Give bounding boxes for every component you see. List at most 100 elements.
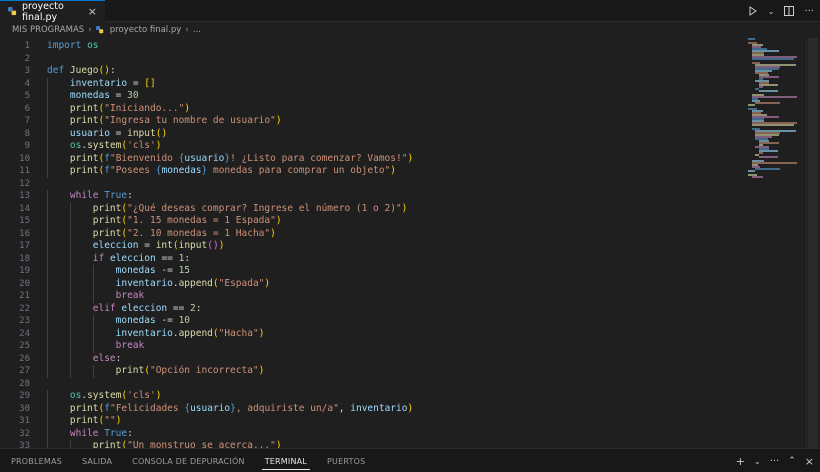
chevron-down-icon[interactable]: ⌄: [768, 7, 775, 16]
breadcrumb-file[interactable]: proyecto final.py: [110, 25, 182, 35]
code-line[interactable]: usuario = input(): [47, 127, 413, 140]
code-line[interactable]: inventario = []: [47, 77, 413, 90]
line-number: 13: [19, 191, 30, 201]
indent-guide: [69, 440, 71, 448]
code-line[interactable]: print("Un monstruo se acerca..."): [47, 440, 413, 448]
code-line[interactable]: [47, 53, 413, 66]
indent-guide: [47, 115, 48, 128]
tab-proyecto-final[interactable]: proyecto final.py ×: [0, 0, 105, 23]
code-line[interactable]: inventario.append("Hacha"): [47, 327, 413, 340]
indent-guide: [47, 90, 48, 103]
code-line[interactable]: break: [47, 340, 413, 353]
add-icon[interactable]: +: [736, 455, 745, 468]
indent-guide: [47, 190, 48, 203]
indent-guide: [47, 77, 48, 90]
code-line[interactable]: print(f"Felicidades {usuario}, adquirist…: [47, 402, 413, 415]
editor-tab-bar: proyecto final.py × ⌄ ···: [0, 0, 820, 23]
indent-guide: [47, 302, 48, 315]
minimap[interactable]: [748, 38, 806, 188]
minimap-line: [758, 86, 763, 88]
code-line[interactable]: print("¿Qué deseas comprar? Ingrese el n…: [47, 202, 413, 215]
indent-guide: [69, 315, 71, 328]
code-content[interactable]: import os def Juego(): inventario = [] mo…: [47, 40, 413, 448]
code-line[interactable]: print(f"Bienvenido {usuario}! ¿Listo par…: [47, 152, 413, 165]
editor-actions: ⌄ ···: [748, 0, 814, 22]
indent-guide: [47, 127, 48, 140]
code-line[interactable]: import os: [47, 40, 413, 53]
indent-guide: [47, 215, 48, 228]
line-number: 32: [19, 428, 30, 439]
code-line[interactable]: print("2. 10 monedas = 1 Hacha"): [47, 227, 413, 240]
line-number: 33: [19, 441, 30, 448]
code-line[interactable]: else:: [47, 352, 413, 365]
indent-guide: [47, 352, 48, 365]
code-text: print("Un monstruo se acerca..."): [92, 440, 282, 448]
code-line[interactable]: elif eleccion == 2:: [47, 302, 413, 315]
code-line[interactable]: monedas -= 15: [47, 265, 413, 278]
line-number: 21: [19, 291, 30, 301]
code-line[interactable]: [47, 378, 413, 391]
code-line[interactable]: monedas = 30: [47, 90, 413, 103]
close-icon[interactable]: ×: [88, 6, 97, 17]
code-text: else:: [92, 352, 122, 364]
code-line[interactable]: [47, 178, 413, 191]
line-number: 5: [24, 91, 30, 101]
line-number: 27: [19, 366, 30, 376]
code-line[interactable]: print("Opción incorrecta"): [47, 365, 413, 378]
line-number: 15: [19, 216, 30, 226]
code-line[interactable]: print(f"Posees {monedas} monedas para co…: [47, 165, 413, 178]
indent-guide: [47, 340, 48, 353]
breadcrumb-folder[interactable]: MIS PROGRAMAS: [12, 25, 84, 35]
indent-guide: [69, 215, 71, 228]
code-line[interactable]: print("1. 15 monedas = 1 Espada"): [47, 215, 413, 228]
minimap-line: [751, 58, 795, 60]
code-line[interactable]: print("Iniciando..."): [47, 102, 413, 115]
code-line[interactable]: while True:: [47, 190, 413, 203]
panel-tabs: PROBLEMAS SALIDA CONSOLA DE DEPURACIÓN TERM…: [8, 449, 368, 472]
panel-tab-problemas[interactable]: PROBLEMAS: [8, 449, 65, 472]
more-actions-icon[interactable]: ···: [770, 456, 780, 467]
minimap-line: [758, 156, 779, 158]
line-number: 23: [19, 316, 30, 326]
code-line[interactable]: print(""): [47, 415, 413, 428]
minimap-line: [751, 124, 795, 126]
code-editor[interactable]: 1 2 3 4 5 6 7 8 9 10 11 12 13 14 15 16 17 18 19 20 21 22 23 24 2…: [0, 38, 820, 448]
code-line[interactable]: def Juego():: [47, 65, 413, 78]
code-line[interactable]: break: [47, 290, 413, 303]
line-number: 28: [19, 378, 30, 389]
code-text: print("¿Qué deseas comprar? Ingrese el n…: [92, 202, 408, 214]
code-text: monedas -= 15: [115, 265, 191, 276]
code-line[interactable]: os.system('cls'): [47, 390, 413, 403]
line-number: 16: [19, 228, 30, 239]
code-line[interactable]: eleccion = int(input()): [47, 240, 413, 253]
close-icon[interactable]: ×: [805, 455, 814, 468]
panel-tab-consola-de-depuraci-n[interactable]: CONSOLA DE DEPURACIÓN: [129, 449, 248, 472]
line-number: 11: [19, 166, 30, 176]
code-text: print("1. 15 monedas = 1 Espada"): [92, 215, 282, 226]
bottom-panel: PROBLEMAS SALIDA CONSOLA DE DEPURACIÓN TERM…: [0, 448, 820, 472]
indent-guide: [47, 102, 48, 115]
breadcrumb-more[interactable]: ...: [193, 25, 201, 35]
code-line[interactable]: if eleccion == 1:: [47, 252, 413, 265]
chevron-up-icon[interactable]: ⌃: [788, 456, 796, 466]
code-line[interactable]: os.system('cls'): [47, 140, 413, 153]
indent-guide: [47, 165, 48, 178]
line-number-gutter: 1 2 3 4 5 6 7 8 9 10 11 12 13 14 15 16 17 18 19 20 21 22 23 24 2…: [0, 38, 38, 448]
scrollbar-thumb[interactable]: [808, 38, 818, 448]
panel-tab-salida[interactable]: SALIDA: [79, 449, 115, 472]
code-line[interactable]: inventario.append("Espada"): [47, 277, 413, 290]
code-line[interactable]: print("Ingresa tu nombre de usuario"): [47, 115, 413, 128]
code-line[interactable]: while True:: [47, 427, 413, 440]
panel-tab-puertos[interactable]: PUERTOS: [324, 449, 368, 472]
split-editor-icon[interactable]: [784, 6, 795, 16]
run-icon[interactable]: [748, 6, 758, 16]
panel-tab-terminal[interactable]: TERMINAL: [261, 449, 311, 472]
code-text: while True:: [69, 190, 133, 201]
indent-guide: [69, 227, 71, 240]
chevron-down-icon[interactable]: ⌄: [754, 457, 761, 466]
vertical-scrollbar[interactable]: [806, 38, 820, 448]
more-actions-icon[interactable]: ···: [804, 6, 814, 17]
minimap-line: [748, 170, 755, 172]
code-line[interactable]: monedas -= 10: [47, 315, 413, 328]
line-number: 8: [24, 128, 30, 139]
